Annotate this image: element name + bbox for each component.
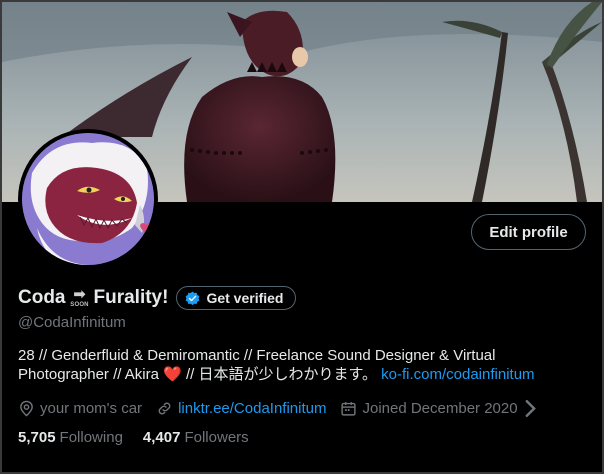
profile-bio: 28 // Genderfluid & Demiromantic // Free… [18, 346, 588, 384]
user-handle: @CodaInfinitum [18, 314, 126, 331]
joined-item[interactable]: Joined December 2020 [340, 399, 543, 417]
verified-badge-icon [186, 291, 200, 305]
display-name: Coda ➡ SOON Furality! [18, 287, 168, 309]
display-name-part1: Coda [18, 287, 66, 308]
joined-text: Joined December 2020 [362, 399, 518, 417]
edit-profile-button[interactable]: Edit profile [471, 214, 586, 250]
bio-line-2: Photographer // Akira ❤️ // 日本語が少しわかります。… [18, 365, 588, 384]
name-row: Coda ➡ SOON Furality! Get verified [18, 284, 297, 312]
location-pin-icon [20, 400, 33, 417]
location-item: your mom's car [18, 400, 142, 417]
calendar-icon [341, 401, 357, 416]
location-text: your mom's car [40, 399, 143, 417]
website-link[interactable]: linktr.ee/CodaInfinitum [178, 400, 326, 417]
get-verified-button[interactable]: Get verified [176, 286, 297, 310]
display-name-part2: Furality! [93, 287, 169, 308]
kofi-link[interactable]: ko-fi.com/codainfinitum [381, 366, 534, 383]
followers-label: Followers [184, 429, 249, 446]
website-item: linktr.ee/CodaInfinitum [156, 400, 326, 417]
heart-emoji: ❤️ [163, 366, 182, 383]
link-icon [158, 402, 171, 414]
get-verified-label: Get verified [206, 290, 284, 306]
bio-line-2-middle: // 日本語が少しわかります。 [185, 366, 377, 383]
avatar-image [22, 133, 154, 265]
followers-count: 4,407 [142, 429, 181, 446]
profile-meta: your mom's car linktr.ee/CodaInfinitum J… [18, 398, 558, 418]
bio-line-1: 28 // Genderfluid & Demiromantic // Free… [18, 347, 496, 364]
follow-stats: 5,705 Following 4,407 Followers [18, 429, 269, 446]
following-count: 5,705 [18, 429, 56, 446]
following-link[interactable]: 5,705 Following [18, 429, 123, 446]
soon-emoji-label: SOON [70, 301, 89, 308]
soon-arrow-icon: ➡ [73, 285, 86, 303]
soon-arrow-emoji: ➡ SOON [67, 285, 93, 309]
followers-link[interactable]: 4,407 Followers [143, 429, 249, 446]
following-label: Following [59, 429, 123, 446]
chevron-right-icon [525, 399, 536, 417]
bio-line-2-prefix: Photographer // Akira [18, 366, 159, 383]
profile-avatar[interactable] [18, 129, 158, 269]
